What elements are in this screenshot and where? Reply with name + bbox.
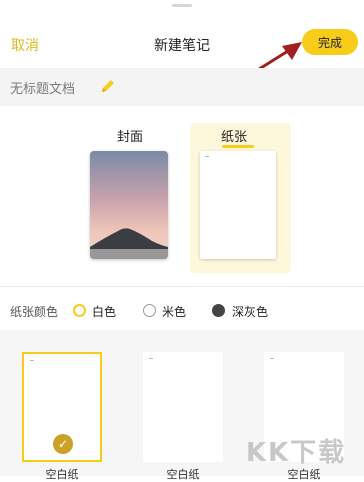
done-button-label: 完成 bbox=[317, 35, 342, 50]
radio-beige[interactable] bbox=[143, 304, 156, 317]
paper-option-label[interactable]: 纸张 bbox=[214, 126, 254, 145]
cover-landscape-image bbox=[90, 151, 168, 259]
selected-check-icon: ✓ bbox=[53, 434, 73, 454]
paper-color-label: 纸张颜色 bbox=[10, 305, 59, 319]
template-label: 空白纸 bbox=[45, 468, 79, 481]
document-name[interactable]: 无标题文档 bbox=[10, 78, 75, 97]
done-button[interactable]: 完成 bbox=[302, 29, 358, 55]
template-card-blank[interactable] bbox=[143, 352, 223, 462]
cover-thumbnail[interactable] bbox=[90, 151, 168, 259]
sheet-drag-handle[interactable] bbox=[172, 4, 192, 7]
radio-white-label[interactable]: 白色 bbox=[92, 303, 116, 320]
radio-beige-label[interactable]: 米色 bbox=[162, 303, 186, 320]
watermark-logo: KK下载 bbox=[245, 437, 347, 468]
template-label: 空白纸 bbox=[166, 468, 200, 481]
cover-option-label[interactable]: 封面 bbox=[110, 126, 150, 145]
pencil-icon[interactable] bbox=[99, 77, 117, 95]
paper-option-underline bbox=[222, 145, 254, 148]
radio-white[interactable] bbox=[73, 304, 86, 317]
paper-thumbnail[interactable] bbox=[200, 151, 276, 259]
radio-dark-gray[interactable] bbox=[212, 304, 225, 317]
radio-dark-gray-label[interactable]: 深灰色 bbox=[232, 303, 268, 320]
divider bbox=[0, 286, 364, 287]
